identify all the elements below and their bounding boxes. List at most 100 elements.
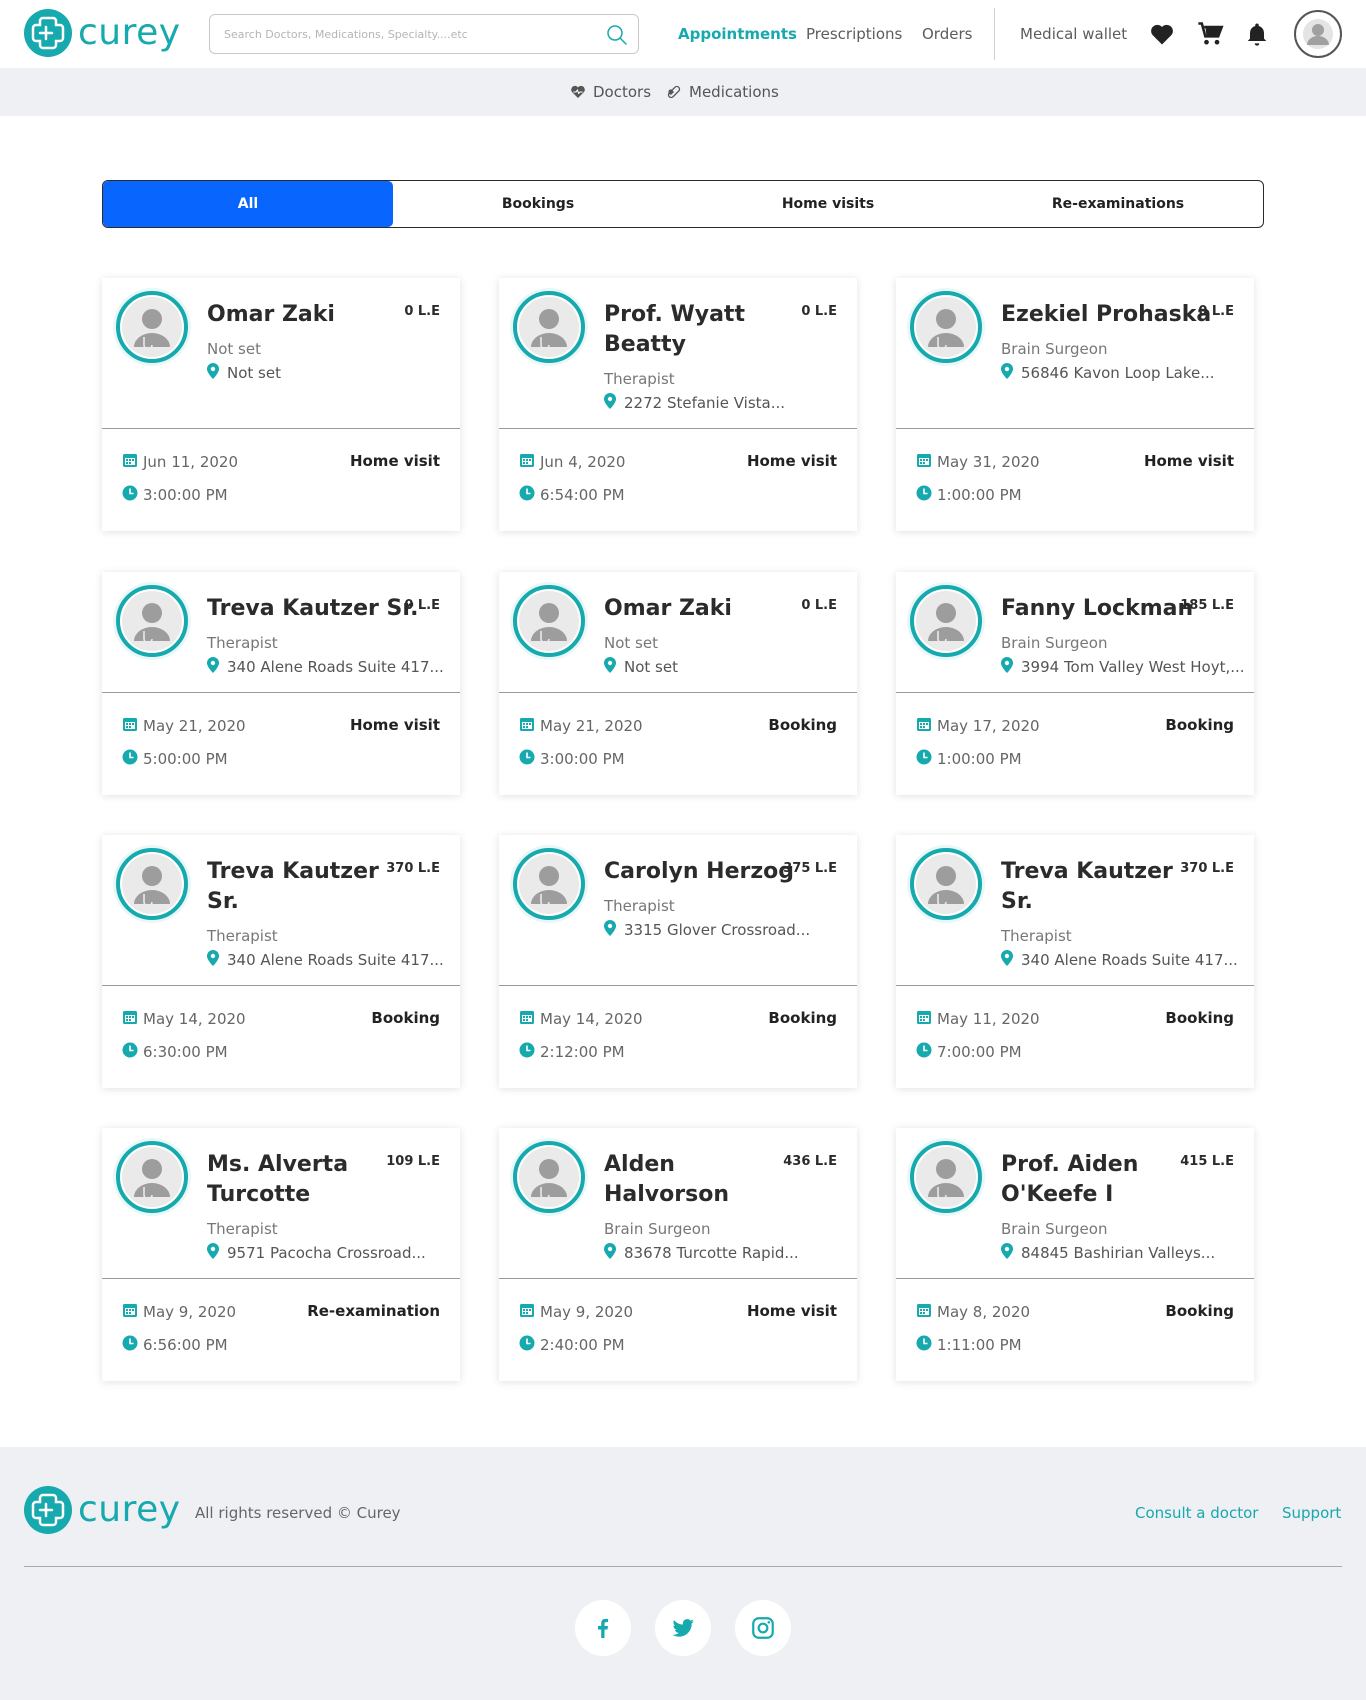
doctor-name[interactable]: Treva Kautzer Sr. (207, 857, 379, 917)
card-divider (102, 692, 460, 693)
appointment-card[interactable]: Prof. Wyatt Beatty 0 L.E Therapist 2272 Stef… (499, 278, 857, 531)
date-text: Jun 11, 2020 (143, 453, 239, 471)
appointment-type: Home visit (1143, 452, 1234, 470)
subnav-doctors[interactable]: Doctors (570, 83, 651, 101)
search-input[interactable] (224, 15, 594, 53)
appointment-card[interactable]: Treva Kautzer Sr. 370 L.E Therapist 340 Alen… (896, 835, 1254, 1088)
tab-re-examinations[interactable]: Re-examinations (973, 181, 1263, 227)
appointment-type: Booking (1165, 716, 1234, 734)
address-text: 84845 Bashirian Valleys... (1021, 1244, 1216, 1262)
doctor-name[interactable]: Prof. Wyatt Beatty (604, 300, 745, 360)
doctor-name-line: Sr. (207, 889, 239, 914)
address: 340 Alene Roads Suite 417... (207, 657, 444, 677)
appointment-card[interactable]: Prof. Aiden O'Keefe I 415 L.E Brain Surgeon… (896, 1128, 1254, 1381)
address-text: Not set (227, 364, 281, 382)
tab-home-visits[interactable]: Home visits (683, 181, 973, 227)
appointment-date: May 9, 2020 (519, 1302, 633, 1322)
appointment-type: Booking (768, 716, 837, 734)
appointment-card[interactable]: Ms. Alverta Turcotte 109 L.E Therapist 9571 … (102, 1128, 460, 1381)
doctor-name[interactable]: Ezekiel Prohaska (1001, 300, 1211, 330)
doctor-avatar (513, 291, 585, 363)
heart-icon[interactable] (1148, 20, 1176, 48)
copyright-text: All rights reserved © Curey (195, 1504, 401, 1522)
location-pin-icon (604, 657, 624, 677)
calendar-icon (519, 1302, 540, 1322)
heart-pulse-icon (571, 85, 585, 98)
facebook-icon[interactable] (575, 1600, 631, 1656)
nav-appointments[interactable]: Appointments (678, 25, 797, 43)
time-text: 5:00:00 PM (143, 750, 228, 768)
appointment-card[interactable]: Treva Kautzer Sr. 0 L.E Therapist 340 Alene… (102, 572, 460, 795)
support-link[interactable]: Support (1282, 1504, 1341, 1522)
appointment-type: Booking (768, 1009, 837, 1027)
appointment-time: 6:30:00 PM (122, 1042, 228, 1062)
appointment-date: Jun 4, 2020 (519, 452, 625, 472)
search-box[interactable] (209, 14, 639, 54)
location-pin-icon (1001, 657, 1021, 677)
appointment-card[interactable]: Ezekiel Prohaska 0 L.E Brain Surgeon 56846 … (896, 278, 1254, 531)
cart-icon[interactable] (1196, 20, 1224, 48)
doctor-name[interactable]: Ms. Alverta Turcotte (207, 1150, 348, 1210)
doctor-name[interactable]: Treva Kautzer Sr. (1001, 857, 1173, 917)
tab-bookings[interactable]: Bookings (393, 181, 683, 227)
appointment-type: Re-examination (307, 1302, 440, 1320)
consult-doctor-link[interactable]: Consult a doctor (1135, 1504, 1258, 1522)
address-text: 340 Alene Roads Suite 417... (227, 951, 444, 969)
sub-navigation: Doctors Medications (0, 68, 1366, 116)
bell-icon[interactable] (1243, 20, 1271, 48)
appointment-card[interactable]: Carolyn Herzog 375 L.E Therapist 3315 Glove… (499, 835, 857, 1088)
nav-orders[interactable]: Orders (922, 25, 972, 43)
calendar-icon (916, 1009, 937, 1029)
calendar-icon (916, 716, 937, 736)
appointment-date: May 21, 2020 (122, 716, 246, 736)
appointment-card[interactable]: Omar Zaki 0 L.E Not set Not set May 21, 2020… (499, 572, 857, 795)
location-pin-icon (207, 950, 227, 970)
fee: 436 L.E (783, 1154, 837, 1169)
appointment-card[interactable]: Fanny Lockman 185 L.E Brain Surgeon 3994 To… (896, 572, 1254, 795)
clock-icon (519, 485, 540, 505)
footer-logo[interactable]: curey (24, 1486, 181, 1534)
time-text: 6:54:00 PM (540, 486, 625, 504)
address: 2272 Stefanie Vista... (604, 393, 785, 413)
appointment-type: Home visit (349, 716, 440, 734)
doctor-avatar (910, 1141, 982, 1213)
header-divider (994, 8, 995, 60)
tab-all[interactable]: All (103, 181, 393, 227)
specialty: Not set (604, 634, 658, 652)
calendar-icon (916, 452, 937, 472)
fee: 0 L.E (404, 598, 440, 613)
appointment-type: Home visit (746, 452, 837, 470)
address-text: 9571 Pacocha Crossroad... (227, 1244, 426, 1262)
footer: curey All rights reserved © Curey Consul… (0, 1447, 1366, 1700)
instagram-icon[interactable] (735, 1600, 791, 1656)
address: 9571 Pacocha Crossroad... (207, 1243, 426, 1263)
appointment-card[interactable]: Alden Halvorson 436 L.E Brain Surgeon 83678 … (499, 1128, 857, 1381)
time-text: 1:00:00 PM (937, 750, 1022, 768)
nav-prescriptions[interactable]: Prescriptions (806, 25, 902, 43)
doctor-avatar (513, 1141, 585, 1213)
doctor-name[interactable]: Omar Zaki (207, 300, 335, 330)
nav-medical-wallet[interactable]: Medical wallet (1020, 25, 1127, 43)
appointment-time: 7:00:00 PM (916, 1042, 1022, 1062)
time-text: 6:56:00 PM (143, 1336, 228, 1354)
doctor-name[interactable]: Omar Zaki (604, 594, 732, 624)
specialty: Brain Surgeon (604, 1220, 711, 1238)
search-icon[interactable] (606, 24, 628, 50)
doctor-name[interactable]: Carolyn Herzog (604, 857, 794, 887)
user-avatar[interactable] (1294, 10, 1342, 58)
clock-icon (519, 749, 540, 769)
doctor-name[interactable]: Fanny Lockman (1001, 594, 1193, 624)
appointment-card[interactable]: Omar Zaki 0 L.E Not set Not set Jun 11, 2020… (102, 278, 460, 531)
calendar-icon (122, 1009, 143, 1029)
subnav-medications[interactable]: Medications (666, 83, 779, 101)
doctor-name[interactable]: Treva Kautzer Sr. (207, 594, 418, 624)
doctor-name[interactable]: Alden Halvorson (604, 1150, 729, 1210)
fee: 0 L.E (404, 304, 440, 319)
appointment-card[interactable]: Treva Kautzer Sr. 370 L.E Therapist 340 Alen… (102, 835, 460, 1088)
doctor-name-line: Omar Zaki (207, 302, 335, 327)
specialty: Therapist (207, 1220, 278, 1238)
twitter-icon[interactable] (655, 1600, 711, 1656)
specialty: Therapist (1001, 927, 1072, 945)
curey-logo[interactable]: curey (24, 9, 181, 57)
doctor-name[interactable]: Prof. Aiden O'Keefe I (1001, 1150, 1138, 1210)
